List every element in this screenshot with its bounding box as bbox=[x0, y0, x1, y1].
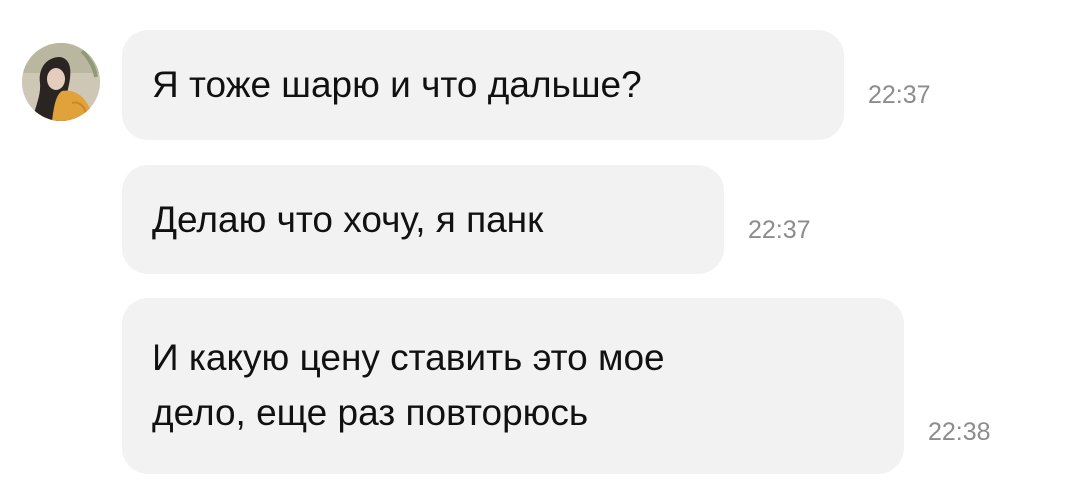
message-text: И какую цену ставить это мое дело, еще р… bbox=[152, 337, 665, 433]
message-text: Делаю что хочу, я панк bbox=[152, 199, 544, 240]
message-text: Я тоже шарю и что дальше? bbox=[152, 64, 642, 105]
chat-thread: Я тоже шарю и что дальше? 22:37 Делаю чт… bbox=[0, 0, 1080, 486]
sender-avatar[interactable] bbox=[22, 43, 100, 121]
user-photo-avatar-icon bbox=[22, 43, 100, 121]
message-timestamp: 22:37 bbox=[748, 216, 811, 244]
message-timestamp: 22:37 bbox=[868, 81, 931, 109]
message-bubble[interactable]: Делаю что хочу, я панк bbox=[122, 165, 724, 274]
message-timestamp: 22:38 bbox=[928, 418, 991, 446]
message-bubble[interactable]: Я тоже шарю и что дальше? bbox=[122, 30, 844, 140]
message-bubble[interactable]: И какую цену ставить это мое дело, еще р… bbox=[122, 298, 904, 474]
